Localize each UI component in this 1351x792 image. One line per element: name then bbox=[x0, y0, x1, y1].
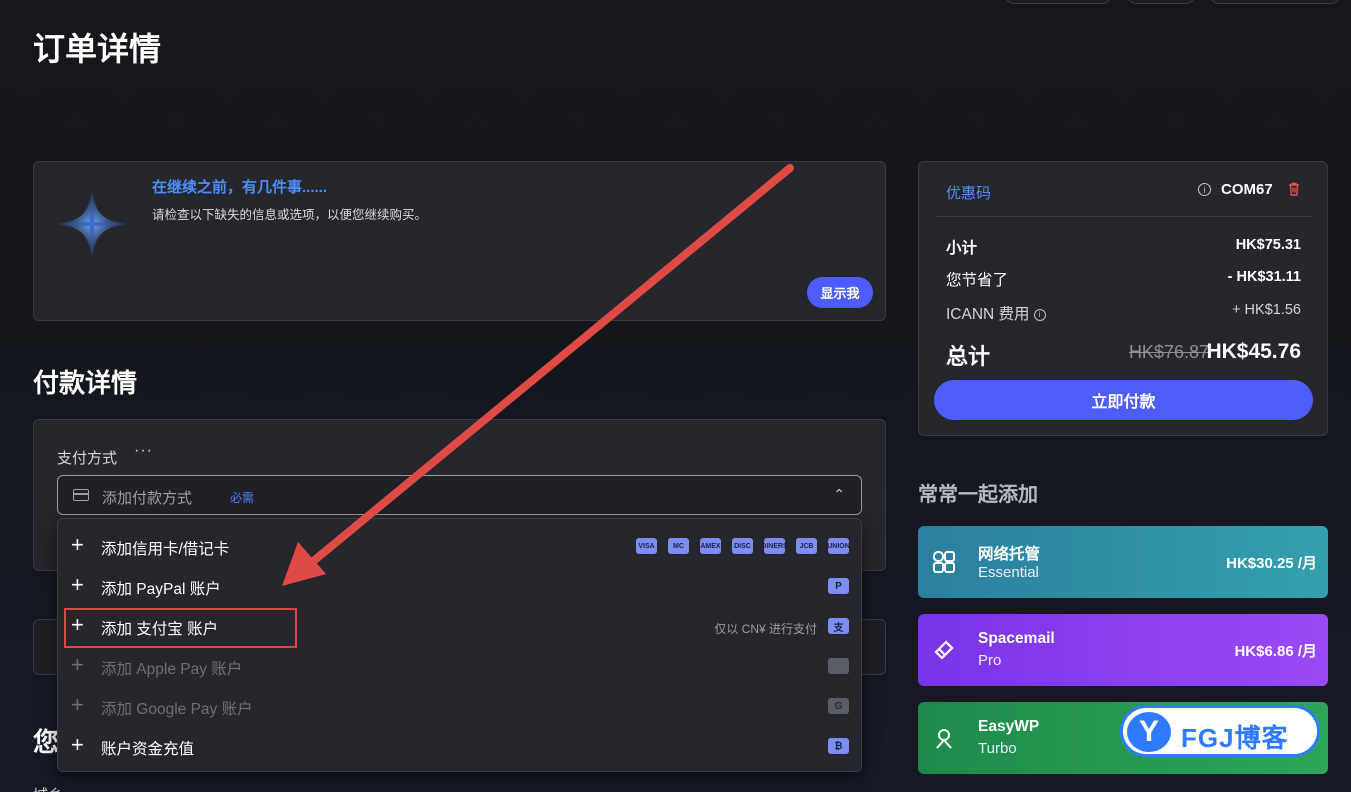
option-label: 添加信用卡/借记卡 bbox=[101, 541, 230, 558]
info-icon[interactable]: i bbox=[1033, 308, 1046, 321]
icann-fee-value: + HK$1.56 bbox=[1232, 302, 1301, 318]
notice-title: 在继续之前，有几件事...... bbox=[152, 179, 328, 196]
next-section-title: 您 bbox=[33, 727, 60, 757]
bitcoin-icon: ₿ bbox=[828, 738, 849, 754]
spacemail-icon bbox=[934, 640, 954, 660]
addon-plan: Pro bbox=[978, 652, 1002, 669]
jcb-icon: JCB bbox=[796, 538, 817, 554]
alipay-highlight-box bbox=[64, 608, 297, 648]
google-icon: G bbox=[828, 698, 849, 714]
plus-icon: + bbox=[71, 732, 84, 757]
sparkle-icon bbox=[52, 184, 132, 264]
next-section-text: 城乡 bbox=[33, 784, 63, 792]
total-price: HK$45.76 bbox=[1206, 340, 1301, 363]
payment-method-placeholder: 添加付款方式 bbox=[102, 490, 193, 507]
trash-icon[interactable] bbox=[1288, 182, 1300, 196]
promo-code-label[interactable]: 优惠码 bbox=[946, 182, 991, 203]
discover-icon: DISC bbox=[732, 538, 753, 554]
notice-description: 请检查以下缺失的信息或选项，以便您继续购买。 bbox=[152, 208, 428, 222]
order-summary-card: 优惠码 i COM67 小计 HK$75.31 您节省了 - HK$31.11 … bbox=[918, 161, 1328, 436]
subtotal-label: 小计 bbox=[946, 240, 978, 257]
mastercard-icon: MC bbox=[668, 538, 689, 554]
more-options-icon[interactable]: ··· bbox=[134, 442, 153, 460]
icann-fee-row: ICANN 费用 i bbox=[946, 302, 1046, 324]
divider bbox=[935, 216, 1311, 217]
addon-price: HK$30.25 /月 bbox=[1226, 555, 1317, 572]
saved-value: - HK$31.11 bbox=[1227, 269, 1301, 285]
addon-spacemail[interactable]: Spacemail Pro HK$6.86 /月 bbox=[918, 614, 1328, 686]
addon-plan: Turbo bbox=[978, 740, 1017, 757]
addon-name: EasyWP bbox=[978, 718, 1040, 735]
header-pill[interactable] bbox=[1210, 0, 1340, 4]
watermark-badge: Y bbox=[1127, 712, 1171, 752]
plus-icon: + bbox=[71, 652, 84, 677]
visa-icon: VISA bbox=[636, 538, 657, 554]
info-icon[interactable]: i bbox=[1198, 183, 1211, 196]
saved-label: 您节省了 bbox=[946, 272, 1009, 289]
easywp-icon bbox=[936, 729, 952, 749]
option-card[interactable]: + 添加信用卡/借记卡 VISA MC AMEX DISC DINERS JCB… bbox=[58, 527, 861, 567]
paypal-icon: P bbox=[828, 578, 849, 594]
amex-icon: AMEX bbox=[700, 538, 721, 554]
pay-now-button[interactable]: 立即付款 bbox=[934, 380, 1313, 420]
required-tag: 必需 bbox=[230, 491, 255, 505]
addon-hosting[interactable]: 网络托管 Essential HK$30.25 /月 bbox=[918, 526, 1328, 598]
plus-icon: + bbox=[71, 532, 84, 557]
option-label: 添加 Apple Pay 账户 bbox=[101, 661, 243, 678]
option-paypal[interactable]: + 添加 PayPal 账户 P bbox=[58, 567, 861, 607]
watermark-text: FGJ博客 bbox=[1181, 723, 1289, 753]
option-apple-pay: + 添加 Apple Pay 账户 bbox=[58, 647, 861, 687]
addon-price: HK$6.86 /月 bbox=[1234, 643, 1317, 660]
credit-card-icon bbox=[73, 489, 89, 501]
notice-card: 在继续之前，有几件事...... 请检查以下缺失的信息或选项，以便您继续购买。 … bbox=[33, 161, 886, 321]
alipay-note: 仅以 CN¥ 进行支付 bbox=[714, 622, 817, 636]
total-original-price: HK$76.87 bbox=[1128, 342, 1209, 362]
alipay-icon: 支 bbox=[828, 618, 849, 634]
page-title: 订单详情 bbox=[33, 31, 162, 67]
option-account-funds[interactable]: + 账户资金充值 ₿ bbox=[58, 727, 861, 767]
promo-code-value: COM67 bbox=[1221, 181, 1273, 198]
header-pill[interactable] bbox=[1127, 0, 1195, 4]
header-pill[interactable] bbox=[1005, 0, 1111, 4]
hosting-icon bbox=[933, 551, 955, 573]
diners-icon: DINERS bbox=[761, 538, 788, 554]
option-label: 账户资金充值 bbox=[101, 741, 195, 758]
apple-icon bbox=[828, 658, 849, 674]
option-label: 添加 PayPal 账户 bbox=[101, 581, 221, 598]
unionpay-icon: UNION bbox=[827, 538, 850, 554]
show-me-button[interactable]: 显示我 bbox=[807, 277, 873, 308]
payment-section-title: 付款详情 bbox=[33, 368, 138, 398]
addon-name: Spacemail bbox=[978, 630, 1055, 647]
icann-fee-label: ICANN 费用 bbox=[946, 306, 1030, 323]
option-label: 添加 Google Pay 账户 bbox=[101, 701, 253, 718]
chevron-up-icon[interactable]: ⌃ bbox=[833, 486, 845, 503]
option-google-pay: + 添加 Google Pay 账户 G bbox=[58, 687, 861, 727]
payment-method-label: 支付方式 bbox=[57, 450, 118, 467]
addon-name: 网络托管 bbox=[978, 546, 1041, 563]
addon-plan: Essential bbox=[978, 564, 1039, 581]
subtotal-value: HK$75.31 bbox=[1235, 237, 1301, 253]
total-label: 总计 bbox=[946, 344, 991, 369]
plus-icon: + bbox=[71, 572, 84, 597]
addons-title: 常常一起添加 bbox=[918, 484, 1038, 506]
watermark-logo: Y FGJ博客 bbox=[1120, 705, 1320, 757]
payment-method-select[interactable]: 添加付款方式 必需 ⌃ bbox=[57, 475, 862, 515]
plus-icon: + bbox=[71, 692, 84, 717]
